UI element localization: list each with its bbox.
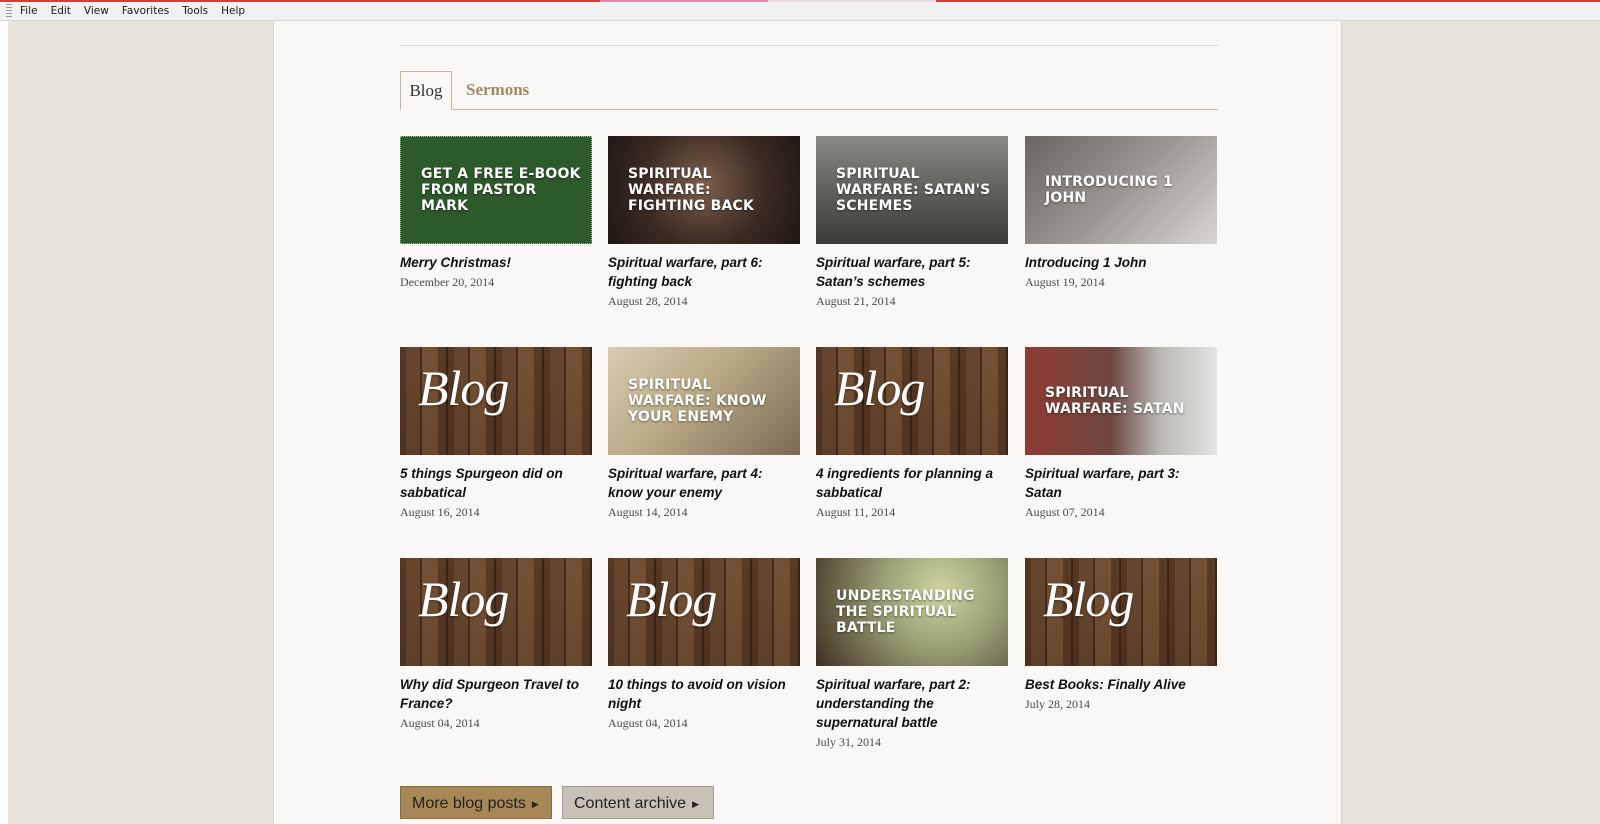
post-date: August 04, 2014	[400, 716, 480, 730]
post-title-link[interactable]: 5 things Spurgeon did on sabbatical	[400, 464, 592, 502]
post-thumbnail[interactable]: Blog	[400, 347, 592, 455]
post-card[interactable]: Blog 5 things Spurgeon did on sabbatical A…	[400, 347, 592, 520]
post-title-link[interactable]: Spiritual warfare, part 3: Satan	[1025, 464, 1217, 502]
content-tabs: Blog Sermons	[400, 71, 1218, 110]
menu-tools[interactable]: Tools	[182, 5, 208, 17]
thumbnail-caption: INTRODUCING 1 JOHN	[1045, 174, 1174, 206]
tab-sermons[interactable]: Sermons	[466, 71, 529, 109]
post-title-link[interactable]: Merry Christmas!	[400, 253, 592, 272]
menu-help[interactable]: Help	[221, 5, 245, 17]
post-date: August 04, 2014	[608, 716, 688, 730]
post-title-link[interactable]: Spiritual warfare, part 2: understanding…	[816, 675, 1008, 732]
post-title-link[interactable]: Spiritual warfare, part 5: Satan’s schem…	[816, 253, 1008, 291]
post-thumbnail[interactable]: Blog	[1025, 558, 1217, 666]
post-thumbnail[interactable]: Blog	[400, 558, 592, 666]
post-thumbnail[interactable]: GET A FREE E-BOOK FROM PASTOR MARK	[400, 136, 592, 244]
post-card[interactable]: INTRODUCING 1 JOHN Introducing 1 John Augu…	[1025, 136, 1217, 290]
post-title-link[interactable]: Introducing 1 John	[1025, 253, 1217, 272]
more-blog-posts-label: More blog posts	[412, 795, 526, 812]
triangle-right-icon: ▶	[692, 799, 699, 809]
thumbnail-caption: Blog	[418, 360, 509, 416]
post-date: August 07, 2014	[1025, 505, 1105, 519]
post-card[interactable]: UNDERSTANDING THE SPIRITUAL BATTLE Spirit…	[816, 558, 1008, 750]
section-divider	[400, 45, 1218, 46]
triangle-right-icon: ▶	[531, 799, 539, 809]
menu-favorites[interactable]: Favorites	[122, 5, 169, 17]
post-date: August 28, 2014	[608, 294, 688, 308]
post-thumbnail[interactable]: Blog	[816, 347, 1008, 455]
thumbnail-caption: Blog	[834, 360, 925, 416]
content-archive-button[interactable]: Content archive ▶	[562, 786, 714, 819]
thumbnail-caption: SPIRITUAL WARFARE: SATAN	[1045, 385, 1185, 417]
post-date: August 16, 2014	[400, 505, 480, 519]
post-thumbnail[interactable]: SPIRITUAL WARFARE: SATAN	[1025, 347, 1217, 455]
post-date: August 11, 2014	[816, 505, 896, 519]
thumbnail-caption: Blog	[418, 571, 509, 627]
post-card[interactable]: SPIRITUAL WARFARE: SATAN Spiritual warfar…	[1025, 347, 1217, 520]
post-card[interactable]: Blog Best Books: Finally Alive July 28, 20…	[1025, 558, 1217, 712]
post-title-link[interactable]: Spiritual warfare, part 4: know your ene…	[608, 464, 800, 502]
post-title-link[interactable]: Why did Spurgeon Travel to France?	[400, 675, 592, 713]
post-thumbnail[interactable]: SPIRITUAL WARFARE: KNOW YOUR ENEMY	[608, 347, 800, 455]
post-thumbnail[interactable]: Blog	[608, 558, 800, 666]
browser-menu-bar: File Edit View Favorites Tools Help	[0, 2, 1600, 21]
thumbnail-caption: SPIRITUAL WARFARE: FIGHTING BACK	[628, 166, 755, 214]
menu-file[interactable]: File	[20, 5, 38, 17]
post-date: July 28, 2014	[1025, 697, 1091, 711]
content-archive-label: Content archive	[574, 795, 687, 812]
thumbnail-caption: UNDERSTANDING THE SPIRITUAL BATTLE	[836, 588, 975, 636]
post-thumbnail[interactable]: UNDERSTANDING THE SPIRITUAL BATTLE	[816, 558, 1008, 666]
post-date: December 20, 2014	[400, 275, 495, 289]
post-card[interactable]: SPIRITUAL WARFARE: FIGHTING BACK Spiritua…	[608, 136, 800, 309]
post-card[interactable]: SPIRITUAL WARFARE: SATAN'S SCHEMES Spirit…	[816, 136, 1008, 309]
menu-edit[interactable]: Edit	[51, 5, 71, 17]
post-thumbnail[interactable]: SPIRITUAL WARFARE: SATAN'S SCHEMES	[816, 136, 1008, 244]
post-card[interactable]: GET A FREE E-BOOK FROM PASTOR MARK Merry …	[400, 136, 592, 290]
post-date: August 19, 2014	[1025, 275, 1105, 289]
toolbar-grip-icon[interactable]	[6, 4, 12, 18]
post-thumbnail[interactable]: INTRODUCING 1 JOHN	[1025, 136, 1217, 244]
post-date: August 14, 2014	[608, 505, 688, 519]
thumbnail-caption: Blog	[626, 571, 717, 627]
tab-blog[interactable]: Blog	[400, 71, 452, 110]
post-thumbnail[interactable]: SPIRITUAL WARFARE: FIGHTING BACK	[608, 136, 800, 244]
post-title-link[interactable]: Spiritual warfare, part 6: fighting back	[608, 253, 800, 291]
post-date: August 21, 2014	[816, 294, 896, 308]
post-date: July 31, 2014	[816, 735, 882, 749]
thumbnail-caption: SPIRITUAL WARFARE: KNOW YOUR ENEMY	[628, 377, 767, 425]
menu-view[interactable]: View	[84, 5, 109, 17]
more-blog-posts-button[interactable]: More blog posts ▶	[400, 786, 552, 819]
post-card[interactable]: Blog 4 ingredients for planning a sabbati…	[816, 347, 1008, 520]
post-title-link[interactable]: 10 things to avoid on vision night	[608, 675, 800, 713]
post-card[interactable]: Blog 10 things to avoid on vision night Au…	[608, 558, 800, 731]
post-card[interactable]: Blog Why did Spurgeon Travel to France? Au…	[400, 558, 592, 731]
thumbnail-caption: GET A FREE E-BOOK FROM PASTOR MARK	[421, 166, 581, 214]
thumbnail-caption: SPIRITUAL WARFARE: SATAN'S SCHEMES	[836, 166, 991, 214]
thumbnail-caption: Blog	[1043, 571, 1134, 627]
post-title-link[interactable]: 4 ingredients for planning a sabbatical	[816, 464, 1008, 502]
post-title-link[interactable]: Best Books: Finally Alive	[1025, 675, 1217, 694]
post-card[interactable]: SPIRITUAL WARFARE: KNOW YOUR ENEMY Spirit…	[608, 347, 800, 520]
page-left-edge	[0, 21, 8, 824]
